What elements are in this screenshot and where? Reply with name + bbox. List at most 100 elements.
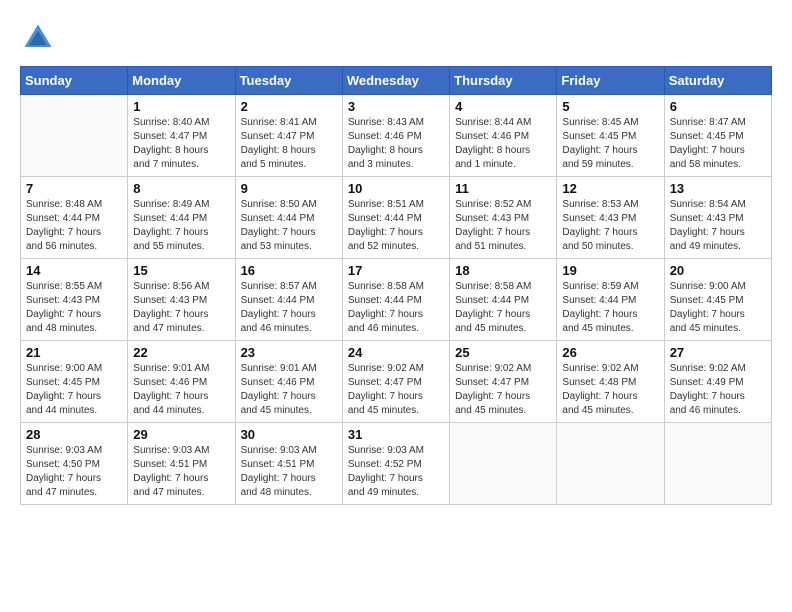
day-of-week-header: Sunday [21,67,128,95]
day-info: Sunrise: 8:40 AM Sunset: 4:47 PM Dayligh… [133,116,229,172]
page-header [20,20,772,56]
day-info: Sunrise: 9:00 AM Sunset: 4:45 PM Dayligh… [26,362,122,418]
day-number: 11 [455,181,551,196]
day-number: 21 [26,345,122,360]
day-info: Sunrise: 9:02 AM Sunset: 4:47 PM Dayligh… [455,362,551,418]
day-number: 27 [670,345,766,360]
day-info: Sunrise: 9:03 AM Sunset: 4:50 PM Dayligh… [26,444,122,500]
calendar-day-cell: 7 Sunrise: 8:48 AM Sunset: 4:44 PM Daylig… [21,177,128,259]
day-info: Sunrise: 8:54 AM Sunset: 4:43 PM Dayligh… [670,198,766,254]
calendar-day-cell: 5 Sunrise: 8:45 AM Sunset: 4:45 PM Daylig… [557,95,664,177]
calendar-day-cell: 6 Sunrise: 8:47 AM Sunset: 4:45 PM Daylig… [664,95,771,177]
calendar-day-cell: 29 Sunrise: 9:03 AM Sunset: 4:51 PM Dayli… [128,423,235,505]
calendar-day-cell: 21 Sunrise: 9:00 AM Sunset: 4:45 PM Dayli… [21,341,128,423]
day-number: 26 [562,345,658,360]
calendar-day-cell [21,95,128,177]
day-info: Sunrise: 8:41 AM Sunset: 4:47 PM Dayligh… [241,116,337,172]
calendar-day-cell: 18Sunrise: 8:58 AM Sunset: 4:44 PM Dayli… [450,259,557,341]
calendar-day-cell [450,423,557,505]
day-info: Sunrise: 8:49 AM Sunset: 4:44 PM Dayligh… [133,198,229,254]
day-info: Sunrise: 8:53 AM Sunset: 4:43 PM Dayligh… [562,198,658,254]
calendar-day-cell: 16 Sunrise: 8:57 AM Sunset: 4:44 PM Dayli… [235,259,342,341]
calendar-day-cell: 15 Sunrise: 8:56 AM Sunset: 4:43 PM Dayli… [128,259,235,341]
day-number: 20 [670,263,766,278]
calendar-day-cell: 25 Sunrise: 9:02 AM Sunset: 4:47 PM Dayli… [450,341,557,423]
calendar-day-cell [557,423,664,505]
day-number: 28 [26,427,122,442]
calendar-day-cell: 19 Sunrise: 8:59 AM Sunset: 4:44 PM Dayli… [557,259,664,341]
calendar-day-cell: 20 Sunrise: 9:00 AM Sunset: 4:45 PM Dayli… [664,259,771,341]
day-info: Sunrise: 9:03 AM Sunset: 4:51 PM Dayligh… [133,444,229,500]
day-number: 14 [26,263,122,278]
day-number: 25 [455,345,551,360]
day-info: Sunrise: 8:58 AM Sunset: 4:44 PM Dayligh… [455,280,551,336]
day-info: Sunrise: 8:59 AM Sunset: 4:44 PM Dayligh… [562,280,658,336]
calendar-day-cell: 24 Sunrise: 9:02 AM Sunset: 4:47 PM Dayli… [342,341,449,423]
day-info: Sunrise: 9:02 AM Sunset: 4:48 PM Dayligh… [562,362,658,418]
day-of-week-header: Monday [128,67,235,95]
calendar-day-cell: 27 Sunrise: 9:02 AM Sunset: 4:49 PM Dayli… [664,341,771,423]
day-number: 3 [348,99,444,114]
day-number: 31 [348,427,444,442]
day-number: 13 [670,181,766,196]
day-info: Sunrise: 8:47 AM Sunset: 4:45 PM Dayligh… [670,116,766,172]
day-info: Sunrise: 9:03 AM Sunset: 4:51 PM Dayligh… [241,444,337,500]
day-info: Sunrise: 8:48 AM Sunset: 4:44 PM Dayligh… [26,198,122,254]
day-of-week-header: Friday [557,67,664,95]
day-info: Sunrise: 8:51 AM Sunset: 4:44 PM Dayligh… [348,198,444,254]
calendar-day-cell: 17 Sunrise: 8:58 AM Sunset: 4:44 PM Dayli… [342,259,449,341]
day-number: 24 [348,345,444,360]
calendar-day-cell: 28 Sunrise: 9:03 AM Sunset: 4:50 PM Dayli… [21,423,128,505]
day-info: Sunrise: 9:02 AM Sunset: 4:49 PM Dayligh… [670,362,766,418]
calendar-day-cell: 14 Sunrise: 8:55 AM Sunset: 4:43 PM Dayli… [21,259,128,341]
day-number: 9 [241,181,337,196]
calendar-day-cell: 12 Sunrise: 8:53 AM Sunset: 4:43 PM Dayli… [557,177,664,259]
day-number: 10 [348,181,444,196]
calendar-day-cell: 23 Sunrise: 9:01 AM Sunset: 4:46 PM Dayli… [235,341,342,423]
day-info: Sunrise: 8:57 AM Sunset: 4:44 PM Dayligh… [241,280,337,336]
day-number: 6 [670,99,766,114]
day-number: 15 [133,263,229,278]
calendar-day-cell: 13 Sunrise: 8:54 AM Sunset: 4:43 PM Dayli… [664,177,771,259]
day-of-week-header: Thursday [450,67,557,95]
day-number: 12 [562,181,658,196]
calendar-day-cell [664,423,771,505]
day-info: Sunrise: 8:58 AM Sunset: 4:44 PM Dayligh… [348,280,444,336]
day-info: Sunrise: 8:45 AM Sunset: 4:45 PM Dayligh… [562,116,658,172]
logo [20,20,62,56]
calendar-week-row: 21 Sunrise: 9:00 AM Sunset: 4:45 PM Dayli… [21,341,772,423]
day-number: 16 [241,263,337,278]
day-number: 1 [133,99,229,114]
calendar-week-row: 1 Sunrise: 8:40 AM Sunset: 4:47 PM Daylig… [21,95,772,177]
day-number: 7 [26,181,122,196]
calendar-day-cell: 22 Sunrise: 9:01 AM Sunset: 4:46 PM Dayli… [128,341,235,423]
calendar-day-cell: 10 Sunrise: 8:51 AM Sunset: 4:44 PM Dayli… [342,177,449,259]
calendar-day-cell: 9Sunrise: 8:50 AM Sunset: 4:44 PM Daylig… [235,177,342,259]
day-info: Sunrise: 8:56 AM Sunset: 4:43 PM Dayligh… [133,280,229,336]
day-info: Sunrise: 8:55 AM Sunset: 4:43 PM Dayligh… [26,280,122,336]
calendar-day-cell: 26 Sunrise: 9:02 AM Sunset: 4:48 PM Dayli… [557,341,664,423]
calendar-day-cell: 31 Sunrise: 9:03 AM Sunset: 4:52 PM Dayli… [342,423,449,505]
day-info: Sunrise: 9:01 AM Sunset: 4:46 PM Dayligh… [241,362,337,418]
day-number: 22 [133,345,229,360]
day-number: 2 [241,99,337,114]
calendar-day-cell: 4Sunrise: 8:44 AM Sunset: 4:46 PM Daylig… [450,95,557,177]
day-number: 23 [241,345,337,360]
day-number: 5 [562,99,658,114]
day-number: 17 [348,263,444,278]
calendar-day-cell: 30 Sunrise: 9:03 AM Sunset: 4:51 PM Dayli… [235,423,342,505]
day-number: 29 [133,427,229,442]
calendar-week-row: 7 Sunrise: 8:48 AM Sunset: 4:44 PM Daylig… [21,177,772,259]
calendar-week-row: 28 Sunrise: 9:03 AM Sunset: 4:50 PM Dayli… [21,423,772,505]
day-info: Sunrise: 8:44 AM Sunset: 4:46 PM Dayligh… [455,116,551,172]
calendar-day-cell: 8Sunrise: 8:49 AM Sunset: 4:44 PM Daylig… [128,177,235,259]
calendar-day-cell: 2 Sunrise: 8:41 AM Sunset: 4:47 PM Daylig… [235,95,342,177]
day-info: Sunrise: 9:03 AM Sunset: 4:52 PM Dayligh… [348,444,444,500]
day-info: Sunrise: 8:52 AM Sunset: 4:43 PM Dayligh… [455,198,551,254]
day-number: 19 [562,263,658,278]
day-info: Sunrise: 9:00 AM Sunset: 4:45 PM Dayligh… [670,280,766,336]
day-info: Sunrise: 9:01 AM Sunset: 4:46 PM Dayligh… [133,362,229,418]
day-of-week-header: Wednesday [342,67,449,95]
day-number: 30 [241,427,337,442]
day-info: Sunrise: 9:02 AM Sunset: 4:47 PM Dayligh… [348,362,444,418]
